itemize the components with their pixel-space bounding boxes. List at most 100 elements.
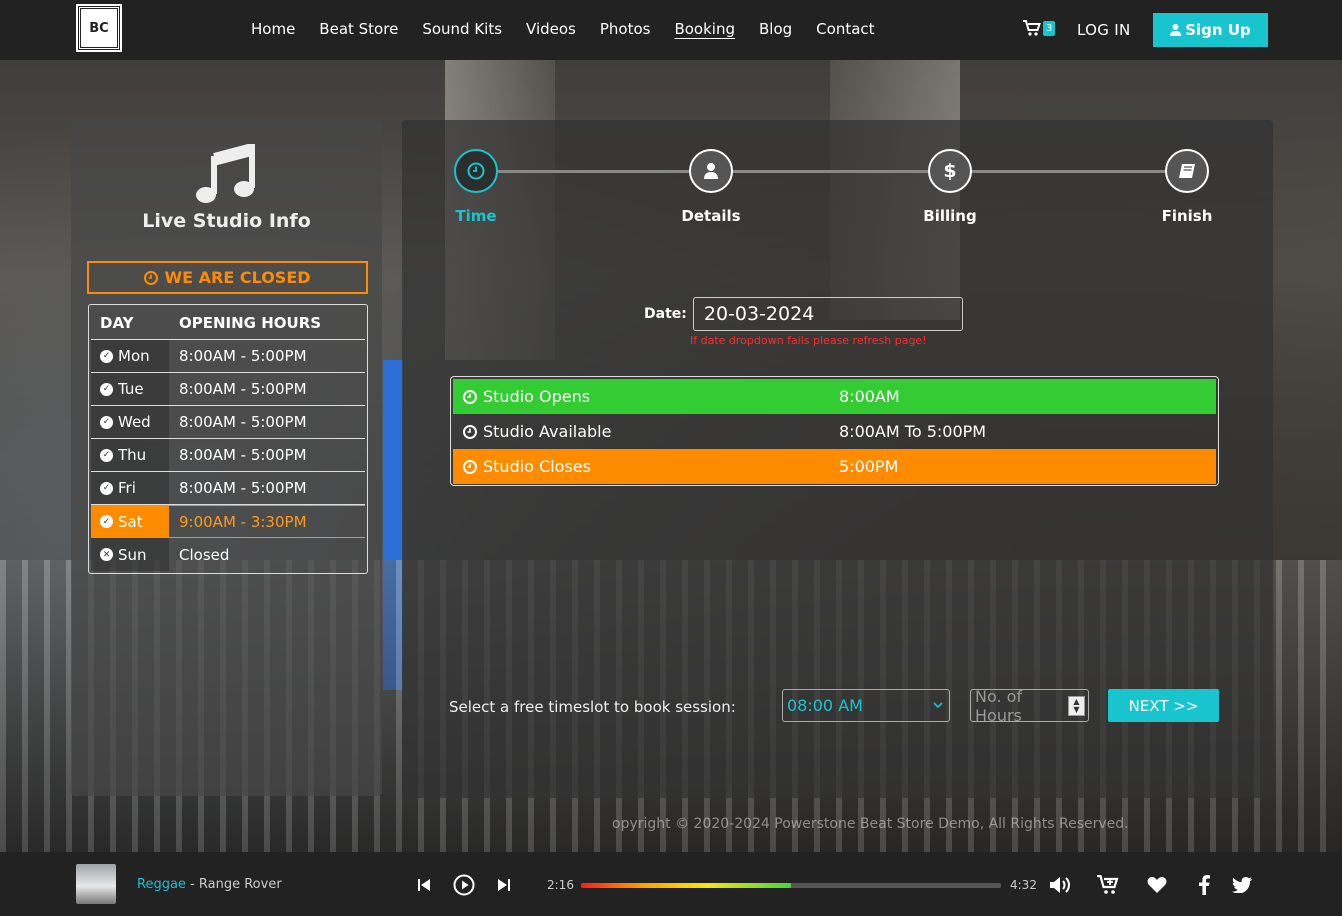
day-label: Wed <box>118 413 151 431</box>
facebook-share-button[interactable] <box>1192 874 1216 896</box>
cart-button[interactable]: 3 <box>1023 20 1056 36</box>
opening-hours-table: DAY OPENING HOURS ✓ Mon 8:00AM - 5:00PM ✓… <box>88 304 368 574</box>
facebook-icon <box>1199 875 1210 895</box>
header-hours: OPENING HOURS <box>179 314 322 332</box>
slot-studio-opens: Studio Opens 8:00AM <box>453 379 1216 414</box>
hours-value: Closed <box>179 545 230 564</box>
studio-timeslots: Studio Opens 8:00AM Studio Available 8:0… <box>450 376 1219 486</box>
clock-icon <box>463 459 477 474</box>
check-circle-icon: ✓ <box>100 382 113 396</box>
step-label: Billing <box>923 207 977 225</box>
cart-plus-icon <box>1097 875 1119 894</box>
add-to-cart-button[interactable] <box>1096 874 1120 896</box>
playback-progress[interactable] <box>581 883 1001 888</box>
step-label: Finish <box>1161 207 1213 225</box>
nav-booking[interactable]: Booking <box>674 20 735 38</box>
date-input[interactable] <box>692 297 963 331</box>
date-label: Date: <box>644 306 687 322</box>
slot-studio-closes: Studio Closes 5:00PM <box>453 449 1216 484</box>
next-track-button[interactable] <box>493 874 515 896</box>
slot-time: 8:00AM To 5:00PM <box>839 422 987 441</box>
user-icon <box>1170 24 1182 36</box>
main-nav: Home Beat Store Sound Kits Videos Photos… <box>251 20 875 38</box>
hours-placeholder: No. of Hours <box>975 686 1023 725</box>
step-time[interactable]: Time <box>416 149 536 225</box>
day-label: Sun <box>118 545 147 564</box>
login-link[interactable]: LOG IN <box>1077 21 1130 39</box>
hours-value: 8:00AM - 5:00PM <box>179 413 307 431</box>
dollar-icon: $ <box>943 160 956 182</box>
table-row: ✓ Thu 8:00AM - 5:00PM <box>91 439 365 472</box>
nav-contact[interactable]: Contact <box>816 20 874 38</box>
step-finish[interactable]: Finish <box>1127 149 1247 225</box>
booking-form-row: Select a free timeslot to book session: … <box>449 686 1219 725</box>
check-circle-icon: ✓ <box>100 349 113 363</box>
track-info: Reggae - Range Rover <box>137 877 282 892</box>
favorite-button[interactable] <box>1145 874 1169 896</box>
header-day: DAY <box>100 314 134 332</box>
check-circle-icon: ✓ <box>100 515 113 528</box>
slot-name: Studio Available <box>483 422 612 441</box>
next-button[interactable]: NEXT >> <box>1108 689 1219 722</box>
progress-fill <box>581 883 791 888</box>
day-label: Mon <box>118 347 150 365</box>
hours-value: 8:00AM - 5:00PM <box>179 347 307 365</box>
volume-icon <box>1050 877 1070 893</box>
heart-icon <box>1147 877 1167 893</box>
track-thumbnail[interactable] <box>76 864 116 904</box>
slot-name: Studio Closes <box>483 457 591 476</box>
cart-icon <box>1023 20 1041 36</box>
hours-input[interactable]: No. of Hours ▲ ▼ <box>970 686 1089 725</box>
nav-beat-store[interactable]: Beat Store <box>319 20 398 38</box>
user-icon <box>704 163 718 179</box>
table-row: ✓ Wed 8:00AM - 5:00PM <box>91 406 365 439</box>
hours-value: 8:00AM - 5:00PM <box>179 380 307 398</box>
play-icon <box>453 874 475 896</box>
step-details[interactable]: Details <box>651 149 771 225</box>
slot-time: 5:00PM <box>839 457 899 476</box>
nav-photos[interactable]: Photos <box>600 20 651 38</box>
step-label: Time <box>455 207 497 225</box>
play-button[interactable] <box>453 874 475 896</box>
table-row: ✕ Sun Closed <box>91 538 365 571</box>
signup-button[interactable]: Sign Up <box>1153 13 1268 47</box>
step-billing[interactable]: $ Billing <box>890 149 1010 225</box>
table-row: ✓ Fri 8:00AM - 5:00PM <box>91 472 365 505</box>
svg-text:$: $ <box>943 160 956 182</box>
nav-videos[interactable]: Videos <box>526 20 576 38</box>
nav-sound-kits[interactable]: Sound Kits <box>422 20 502 38</box>
date-warning: If date dropdown fails please refresh pa… <box>690 334 927 347</box>
volume-button[interactable] <box>1048 874 1072 896</box>
slot-name: Studio Opens <box>483 387 591 406</box>
nav-blog[interactable]: Blog <box>759 20 792 38</box>
time-select[interactable]: 08:00 AM <box>782 689 950 722</box>
timeslot-prompt: Select a free timeslot to book session: <box>449 698 736 716</box>
book-icon <box>1179 164 1195 178</box>
check-circle-icon: ✓ <box>100 415 113 429</box>
hours-value: 8:00AM - 5:00PM <box>179 446 307 464</box>
step-label: Details <box>681 207 741 225</box>
day-label: Thu <box>118 446 147 464</box>
current-time: 2:16 <box>547 878 574 892</box>
cart-count-badge: 3 <box>1043 20 1056 36</box>
twitter-share-button[interactable] <box>1230 874 1254 896</box>
date-row: Date: <box>644 297 963 331</box>
booking-panel: Time Details $ Billing Finish Date: If d… <box>402 120 1273 798</box>
track-genre[interactable]: Reggae <box>137 877 186 892</box>
status-label: WE ARE CLOSED <box>164 268 311 287</box>
skip-back-icon <box>418 879 430 891</box>
hours-stepper[interactable]: ▲ ▼ <box>1067 695 1085 716</box>
slot-time: 8:00AM <box>839 387 900 406</box>
x-circle-icon: ✕ <box>100 548 113 561</box>
studio-status-badge: WE ARE CLOSED <box>87 261 368 294</box>
total-time: 4:32 <box>1010 878 1037 892</box>
slot-studio-available: Studio Available 8:00AM To 5:00PM <box>453 414 1216 449</box>
site-logo[interactable]: BC <box>76 4 122 52</box>
signup-label: Sign Up <box>1185 21 1251 39</box>
nav-home[interactable]: Home <box>251 20 295 38</box>
previous-button[interactable] <box>413 874 435 896</box>
table-row-today: ✓ Sat 9:00AM - 3:30PM <box>91 505 365 538</box>
hours-value: 8:00AM - 5:00PM <box>179 479 307 497</box>
audio-player: Reggae - Range Rover 2:16 4:32 <box>0 852 1342 916</box>
table-row: ✓ Mon 8:00AM - 5:00PM <box>91 340 365 373</box>
